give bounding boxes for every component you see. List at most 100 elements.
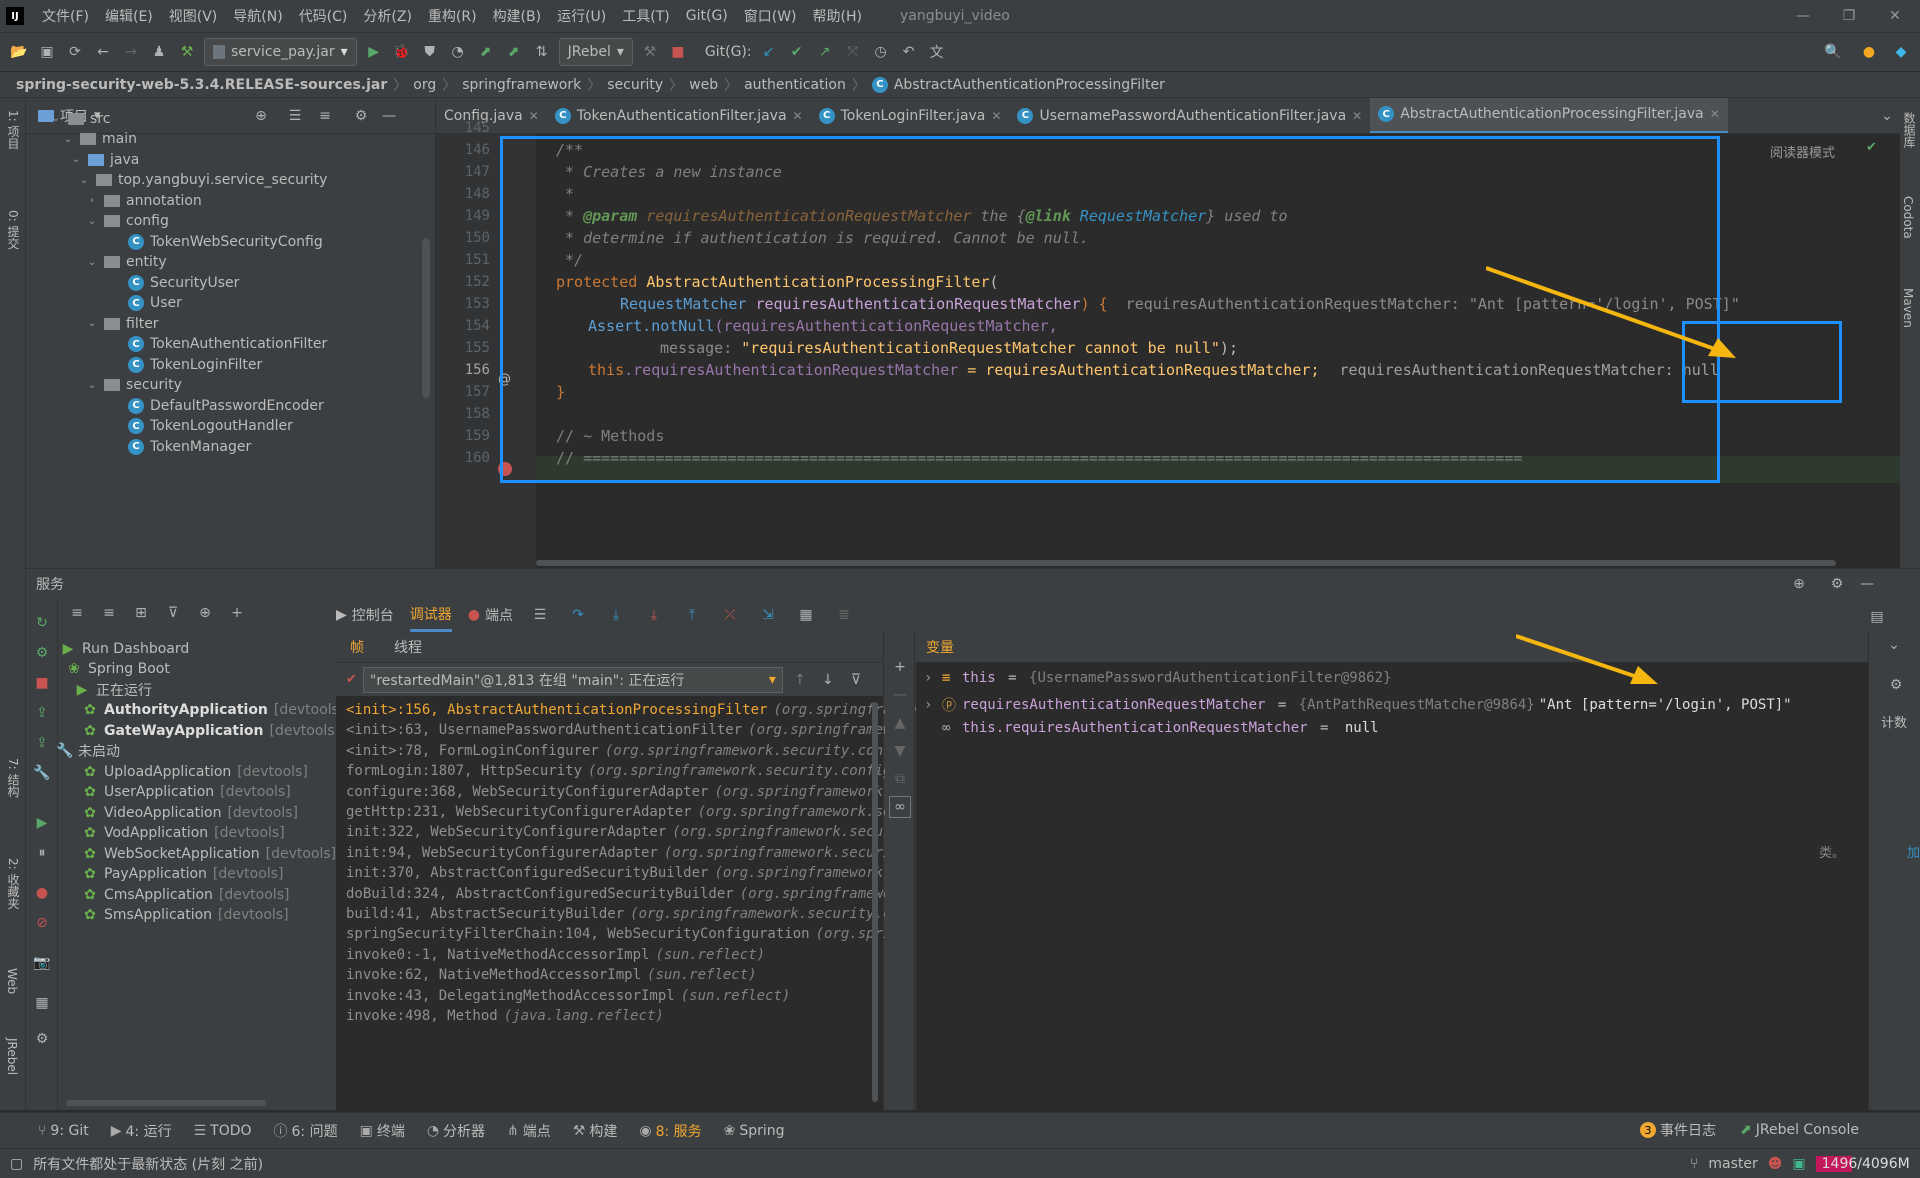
run-to-cursor-icon[interactable]: ⇲ xyxy=(757,604,779,626)
plugin-icon[interactable]: ◆ xyxy=(1890,41,1912,63)
project-tool-button[interactable]: 1: 项目 xyxy=(5,110,22,150)
tab-console[interactable]: ▶ 控制台 xyxy=(336,605,394,625)
copy-icon[interactable]: ⧉ xyxy=(889,768,911,790)
jrebel-debug-icon[interactable]: ⬈ xyxy=(503,41,525,63)
view-breakpoints-icon[interactable]: ● xyxy=(31,882,53,904)
back-icon[interactable]: ← xyxy=(92,41,114,63)
translate-icon[interactable]: 文 xyxy=(926,41,948,63)
tree-item[interactable]: C TokenManager xyxy=(110,434,251,459)
menu-window[interactable]: 窗口(W) xyxy=(736,6,805,26)
remove-icon[interactable]: — xyxy=(889,684,911,706)
memory-indicator[interactable]: 1496/4096M xyxy=(1815,1156,1916,1172)
services-tree-scrollbar[interactable] xyxy=(66,1100,266,1106)
commit-tool-button[interactable]: 0: 提交 xyxy=(5,210,22,250)
breadcrumb-security[interactable]: security xyxy=(607,77,663,93)
step-into-icon[interactable]: ⤓ xyxy=(605,604,627,626)
reload-icon[interactable]: ⇪ xyxy=(31,702,53,724)
close-icon[interactable]: ✕ xyxy=(793,109,803,123)
menu-navigate[interactable]: 导航(N) xyxy=(225,6,290,26)
coverage-icon[interactable]: ⛊ xyxy=(419,41,441,63)
close-icon[interactable]: ✕ xyxy=(1710,107,1720,121)
git-commit-icon[interactable]: ✔ xyxy=(786,41,808,63)
filter-icon[interactable]: ⊽ xyxy=(845,669,867,691)
chevron-down-icon[interactable]: ⌄ xyxy=(86,216,98,227)
trace-icon[interactable]: ≣ xyxy=(833,604,855,626)
tab-abstract-authentication-filter[interactable]: C AbstractAuthenticationProcessingFilter.… xyxy=(1370,98,1728,133)
tool-window-git[interactable]: ⑂ 9: Git xyxy=(38,1123,89,1139)
globe-icon[interactable]: ⊕ xyxy=(1788,573,1810,595)
resume-icon[interactable]: ▶ xyxy=(31,812,53,834)
web-tool-button[interactable]: Web xyxy=(5,968,19,994)
run-config-select[interactable]: service_pay.jar ▾ xyxy=(204,38,357,66)
git-push-icon[interactable]: ↗ xyxy=(814,41,836,63)
thread-select[interactable]: "restartedMain"@1,813 在组 "main": 正在运行 ▾ xyxy=(362,666,783,693)
event-log-button[interactable]: 3 事件日志 xyxy=(1640,1120,1716,1140)
new-tab-icon[interactable]: ⊕ xyxy=(194,602,216,624)
debug-icon[interactable]: 🐞 xyxy=(391,41,413,63)
chevron-right-icon[interactable]: › xyxy=(924,670,938,686)
save-icon[interactable]: ▣ xyxy=(36,41,58,63)
evaluate-icon[interactable]: ▦ xyxy=(795,604,817,626)
settings-icon[interactable]: ⚙ xyxy=(31,1028,53,1050)
tab-token-login-filter[interactable]: C TokenLoginFilter.java ✕ xyxy=(811,98,1010,133)
favorites-tool-button[interactable]: 2: 收藏夹 xyxy=(5,858,22,910)
step-out-icon[interactable]: ⤒ xyxy=(681,604,703,626)
hot-swap-icon[interactable]: ⇪ xyxy=(31,732,53,754)
close-icon[interactable]: ✕ xyxy=(529,109,539,123)
frames-scrollbar[interactable] xyxy=(872,702,878,1102)
profile-icon[interactable]: ◔ xyxy=(447,41,469,63)
hammer-icon[interactable]: ⚒ xyxy=(639,41,661,63)
git-merge-icon[interactable]: ⤧ xyxy=(842,41,864,63)
stopped-app[interactable]: ✿ SmsApplication [devtools] xyxy=(82,903,288,928)
codota-tool-button[interactable]: Codota xyxy=(1901,196,1915,239)
tool-window-todo[interactable]: ☰ TODO xyxy=(194,1123,252,1139)
git-update-icon[interactable]: ↙ xyxy=(758,41,780,63)
close-icon[interactable]: ✕ xyxy=(1872,0,1918,32)
search-icon[interactable]: 🔍 xyxy=(1822,41,1844,63)
sync-icon[interactable]: ⟳ xyxy=(64,41,86,63)
breadcrumb-authentication[interactable]: authentication xyxy=(744,77,846,93)
gear-icon[interactable]: ⚙ xyxy=(1826,573,1848,595)
locate-icon[interactable]: ⊕ xyxy=(250,105,272,127)
tool-window-run[interactable]: ▶ 4: 运行 xyxy=(111,1121,172,1141)
forward-icon[interactable]: → xyxy=(120,41,142,63)
jrebel-run-icon[interactable]: ⬈ xyxy=(475,41,497,63)
running-app[interactable]: ✿ GateWayApplication [devtools] xyxy=(82,718,340,743)
reader-mode-label[interactable]: 阅读器模式 xyxy=(1770,142,1835,161)
mute-breakpoints-icon[interactable]: ⊘ xyxy=(31,912,53,934)
layout-settings-icon[interactable]: ▤ xyxy=(1866,606,1888,628)
breadcrumb-org[interactable]: org xyxy=(413,77,436,93)
tab-list-chevron-icon[interactable]: ⌄ xyxy=(1876,105,1898,127)
tool-window-build[interactable]: ⚒ 构建 xyxy=(573,1121,618,1141)
menu-tools[interactable]: 工具(T) xyxy=(614,6,677,26)
stack-frame[interactable]: invoke:498, Method (java.lang.reflect) xyxy=(346,1008,664,1033)
drop-frame-icon[interactable]: ⤫ xyxy=(719,604,741,626)
jrebel-select[interactable]: JRebel ▾ xyxy=(558,38,633,66)
tool-window-endpoints[interactable]: ⋔ 端点 xyxy=(507,1121,551,1141)
tab-token-authentication-filter[interactable]: C TokenAuthenticationFilter.java ✕ xyxy=(547,98,811,133)
collapse-all-icon[interactable]: ≡ xyxy=(98,602,120,624)
chevron-down-icon[interactable]: ⌄ xyxy=(70,154,82,165)
menu-edit[interactable]: 编辑(E) xyxy=(97,6,161,26)
inspection-icon[interactable]: ☻ xyxy=(1768,1156,1783,1172)
up-arrow-icon[interactable]: ↑ xyxy=(789,669,811,691)
add-watch-icon[interactable]: + xyxy=(889,656,911,678)
menu-build[interactable]: 构建(B) xyxy=(485,6,550,26)
hide-icon[interactable]: — xyxy=(1856,573,1878,595)
breadcrumb-class[interactable]: AbstractAuthenticationProcessingFilter xyxy=(894,77,1165,93)
expand-all-icon[interactable]: ☰ xyxy=(284,105,306,127)
database-tool-button[interactable]: 数据库 xyxy=(1901,112,1918,148)
scrollbar[interactable] xyxy=(422,238,430,398)
breadcrumb-web[interactable]: web xyxy=(689,77,718,93)
chevron-right-icon[interactable]: › xyxy=(924,697,938,713)
menu-analyze[interactable]: 分析(Z) xyxy=(355,6,420,26)
jrebel-update-icon[interactable]: ⇅ xyxy=(531,41,553,63)
chevron-down-icon[interactable]: ⌄ xyxy=(86,318,98,329)
menu-help[interactable]: 帮助(H) xyxy=(805,6,870,26)
camera-icon[interactable]: 📷 xyxy=(31,952,53,974)
tool-window-terminal[interactable]: ▣ 终端 xyxy=(360,1121,405,1141)
up-icon[interactable]: ▲ xyxy=(889,712,911,734)
open-folder-icon[interactable]: 📂 xyxy=(8,41,30,63)
menu-file[interactable]: 文件(F) xyxy=(34,6,97,26)
variable-row[interactable]: › ≡ this = {UsernamePasswordAuthentication… xyxy=(924,670,1395,686)
